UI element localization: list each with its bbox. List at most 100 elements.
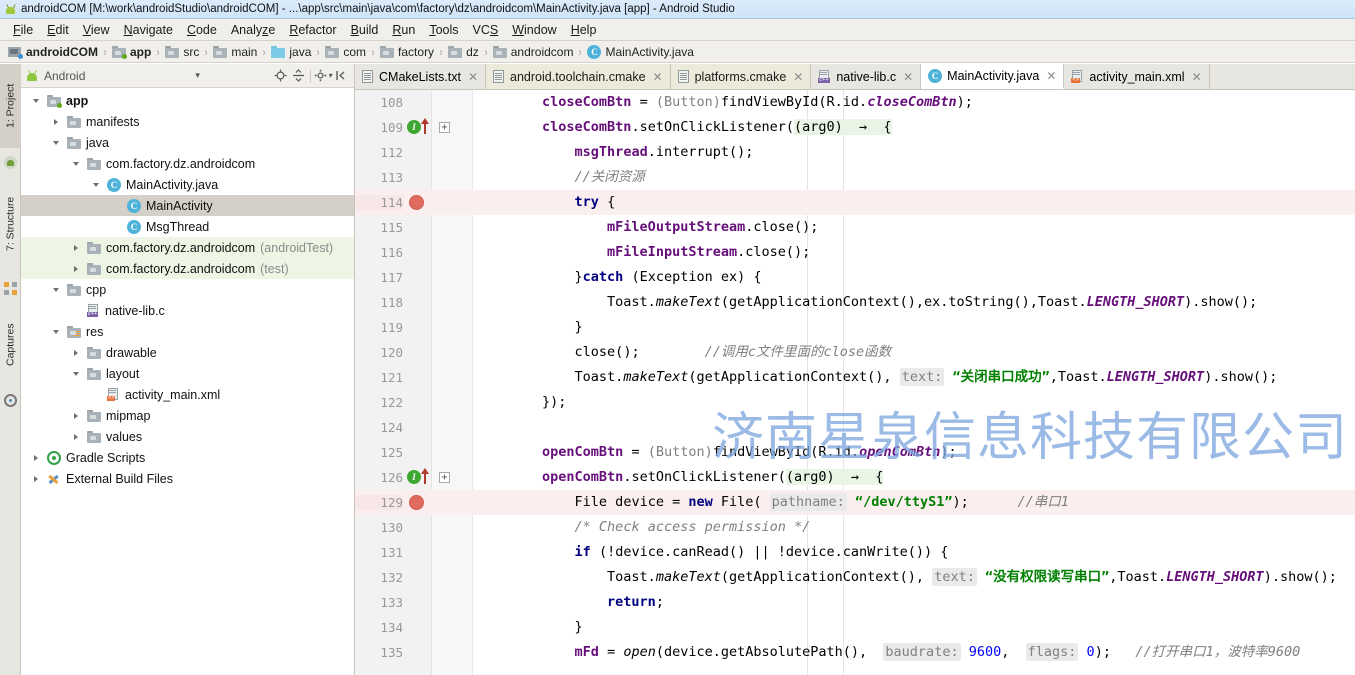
chevron-right-icon[interactable] xyxy=(69,346,82,359)
editor-tab-native-lib-c[interactable]: c++ native-lib.c ✕ xyxy=(811,64,922,89)
editor-line[interactable]: 117 xyxy=(355,265,1355,290)
editor-line[interactable]: 121 xyxy=(355,365,1355,390)
editor-tab-activity-main-xml[interactable]: <> activity_main.xml ✕ xyxy=(1064,64,1210,89)
menu-view[interactable]: View xyxy=(76,21,117,39)
breadcrumb-item-main[interactable]: main xyxy=(211,45,259,59)
chevron-down-icon[interactable] xyxy=(49,325,62,338)
toolwindow-tab-structure[interactable]: 7: Structure xyxy=(0,174,21,274)
tree-row[interactable]: Gradle Scripts xyxy=(21,447,354,468)
breadcrumb-item-java[interactable]: java xyxy=(269,45,313,59)
tree-row[interactable]: java xyxy=(21,132,354,153)
editor-tab-platforms-cmake[interactable]: platforms.cmake ✕ xyxy=(670,64,812,89)
tree-row[interactable]: C MainActivity xyxy=(21,195,354,216)
chevron-down-icon[interactable] xyxy=(49,283,62,296)
chevron-right-icon[interactable] xyxy=(29,472,42,485)
editor-line[interactable]: 135 xyxy=(355,640,1355,665)
close-icon[interactable]: ✕ xyxy=(1046,69,1056,83)
editor-line[interactable]: 131 xyxy=(355,540,1355,565)
close-icon[interactable]: ✕ xyxy=(793,70,803,84)
menu-navigate[interactable]: Navigate xyxy=(117,21,180,39)
editor-line[interactable]: 130 xyxy=(355,515,1355,540)
menu-help[interactable]: Help xyxy=(564,21,604,39)
tree-row[interactable]: External Build Files xyxy=(21,468,354,489)
code-editor[interactable]: 108 109 I +112 113 114 115 116 117 118 119 120 121 12… xyxy=(355,90,1355,675)
editor-line[interactable]: 119 xyxy=(355,315,1355,340)
hide-toolwindow-icon[interactable] xyxy=(332,67,350,85)
chevron-right-icon[interactable] xyxy=(69,430,82,443)
menu-refactor[interactable]: Refactor xyxy=(282,21,343,39)
editor-tabs[interactable]: CMakeLists.txt ✕ android.toolchain.cmake ✕ p… xyxy=(355,64,1355,90)
tree-row[interactable]: com.factory.dz.androidcom xyxy=(21,153,354,174)
breadcrumb-item-androidcom[interactable]: androidcom xyxy=(491,45,576,59)
menu-window[interactable]: Window xyxy=(505,21,563,39)
menu-run[interactable]: Run xyxy=(385,21,422,39)
editor-line[interactable]: 134 xyxy=(355,615,1355,640)
menu-file[interactable]: File xyxy=(6,21,40,39)
breadcrumb-item-androidcom[interactable]: androidCOM xyxy=(6,45,100,59)
tree-row[interactable]: C MsgThread xyxy=(21,216,354,237)
tree-row[interactable]: C MainActivity.java xyxy=(21,174,354,195)
editor-line[interactable]: 125 xyxy=(355,440,1355,465)
tree-row[interactable]: values xyxy=(21,426,354,447)
close-icon[interactable]: ✕ xyxy=(653,70,663,84)
close-icon[interactable]: ✕ xyxy=(468,70,478,84)
editor-line[interactable]: 132 xyxy=(355,565,1355,590)
breadcrumb-item-app[interactable]: app xyxy=(110,45,153,59)
editor-line[interactable]: 113 xyxy=(355,165,1355,190)
chevron-right-icon[interactable] xyxy=(69,241,82,254)
chevron-right-icon[interactable] xyxy=(69,262,82,275)
breadcrumb-item-src[interactable]: src xyxy=(163,45,201,59)
lambda-gutter-icon[interactable]: I xyxy=(407,470,421,484)
tree-row[interactable]: app xyxy=(21,90,354,111)
editor-line[interactable]: 124 xyxy=(355,415,1355,440)
editor-tab-android-toolchain-cmake[interactable]: android.toolchain.cmake ✕ xyxy=(486,64,671,89)
editor-line[interactable]: 108 xyxy=(355,90,1355,115)
editor-line[interactable]: 109 I + xyxy=(355,115,1355,140)
editor-line[interactable]: 112 xyxy=(355,140,1355,165)
chevron-down-icon[interactable] xyxy=(29,94,42,107)
tree-row[interactable]: manifests xyxy=(21,111,354,132)
collapse-all-icon[interactable] xyxy=(289,67,307,85)
editor-line[interactable]: 114 xyxy=(355,190,1355,215)
menu-analyze[interactable]: Analyze xyxy=(224,21,282,39)
chevron-right-icon[interactable] xyxy=(49,115,62,128)
chevron-right-icon[interactable] xyxy=(29,451,42,464)
tree-row[interactable]: com.factory.dz.androidcom (test) xyxy=(21,258,354,279)
breadcrumb-item-dz[interactable]: dz xyxy=(446,45,481,59)
editor-line[interactable]: 126 I + xyxy=(355,465,1355,490)
chevron-down-icon[interactable] xyxy=(49,136,62,149)
breadcrumb-item-factory[interactable]: factory xyxy=(378,45,436,59)
menu-vcs[interactable]: VCS xyxy=(466,21,506,39)
project-view-selector-label[interactable]: Android xyxy=(44,69,85,83)
settings-icon[interactable]: ▾ xyxy=(314,67,332,85)
menu-code[interactable]: Code xyxy=(180,21,224,39)
lambda-gutter-icon[interactable]: I xyxy=(407,120,421,134)
breakpoint-icon[interactable] xyxy=(409,495,424,510)
breadcrumb-item-mainactivity-java[interactable]: C MainActivity.java xyxy=(585,44,695,59)
project-tree[interactable]: app manifests java com.factory.dz.androidco… xyxy=(21,88,354,675)
editor-line[interactable]: 120 xyxy=(355,340,1355,365)
menu-edit[interactable]: Edit xyxy=(40,21,76,39)
breakpoint-icon[interactable] xyxy=(409,195,424,210)
tree-row[interactable]: cpp xyxy=(21,279,354,300)
chevron-right-icon[interactable] xyxy=(69,409,82,422)
fold-expand-icon[interactable]: + xyxy=(439,472,450,483)
menu-build[interactable]: Build xyxy=(344,21,386,39)
tree-row[interactable]: layout xyxy=(21,363,354,384)
breadcrumb-item-com[interactable]: com xyxy=(323,45,368,59)
tree-row[interactable]: mipmap xyxy=(21,405,354,426)
editor-line[interactable]: 116 xyxy=(355,240,1355,265)
menu-tools[interactable]: Tools xyxy=(422,21,465,39)
editor-tab-cmakelists-txt[interactable]: CMakeLists.txt ✕ xyxy=(355,64,487,89)
tree-row[interactable]: res xyxy=(21,321,354,342)
editor-line[interactable]: 122 xyxy=(355,390,1355,415)
tree-row[interactable]: com.factory.dz.androidcom (androidTest) xyxy=(21,237,354,258)
chevron-down-icon[interactable] xyxy=(69,157,82,170)
chevron-down-icon[interactable] xyxy=(89,178,102,191)
chevron-down-icon[interactable] xyxy=(69,367,82,380)
locate-icon[interactable] xyxy=(271,67,289,85)
close-icon[interactable]: ✕ xyxy=(1192,70,1202,84)
editor-line[interactable]: 133 xyxy=(355,590,1355,615)
chevron-down-icon[interactable]: ▾ xyxy=(195,70,200,81)
fold-expand-icon[interactable]: + xyxy=(439,122,450,133)
